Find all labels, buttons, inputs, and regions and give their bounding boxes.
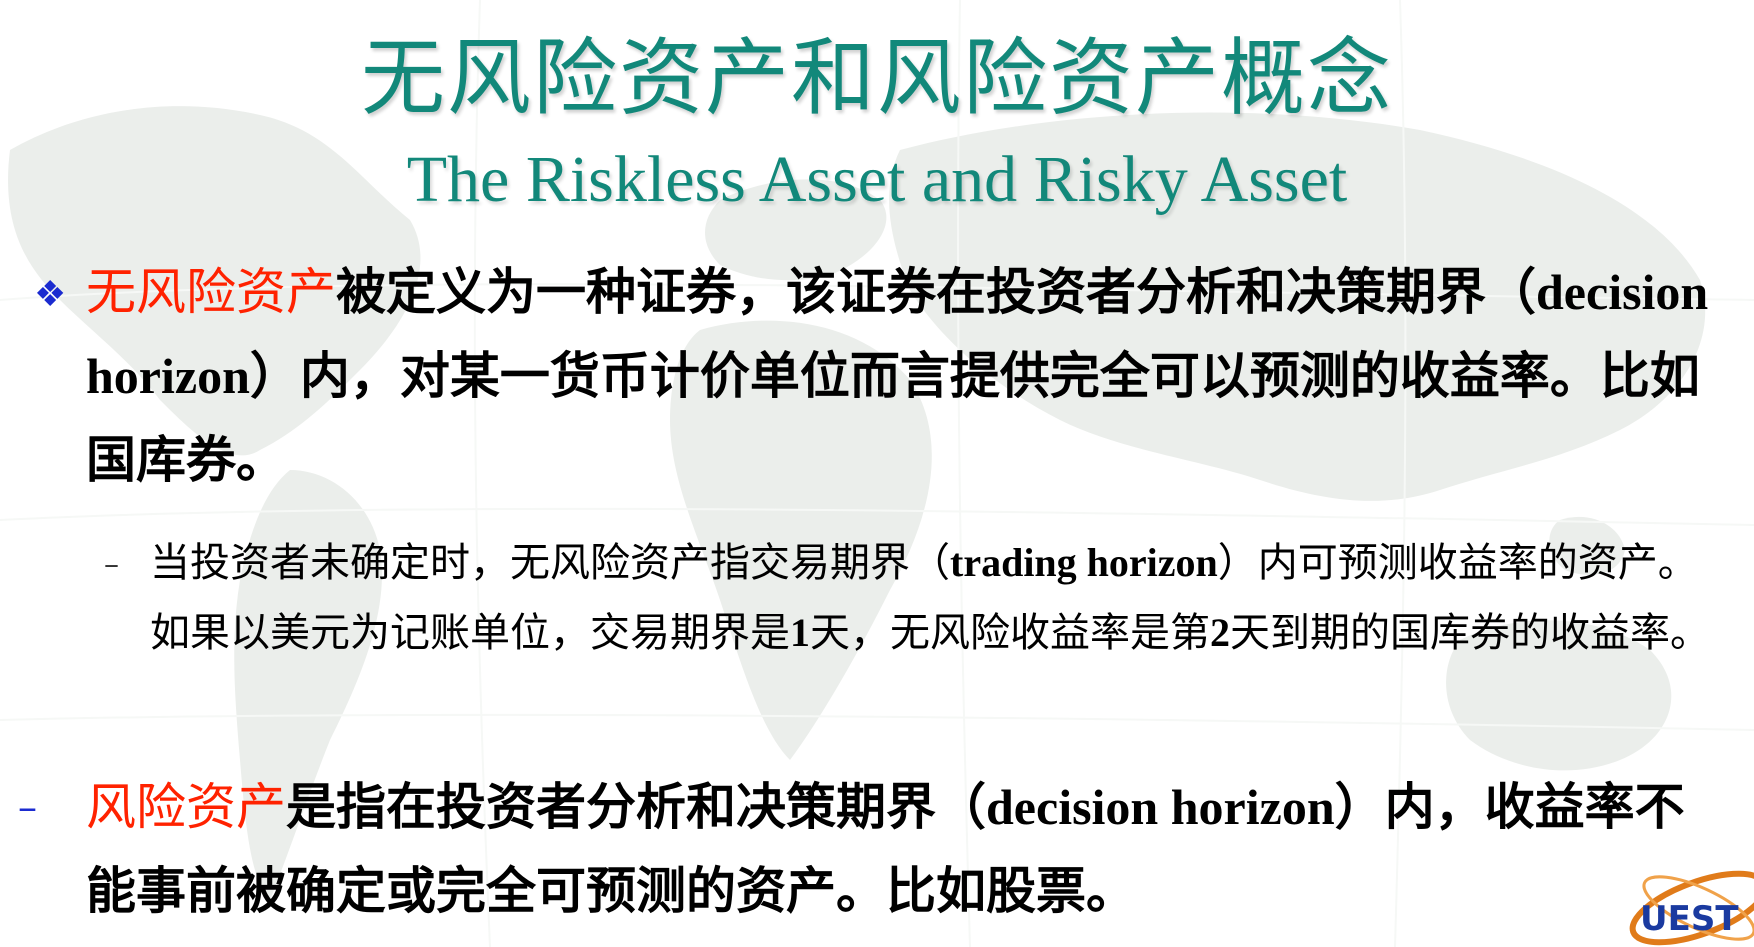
slide-body: ❖ 无风险资产被定义为一种证券，该证券在投资者分析和决策期界（decision … (0, 0, 1754, 947)
risky-asset-definition: 风险资产是指在投资者分析和决策期界（decision horizon）内，收益率… (86, 765, 1726, 933)
dash-bullet-icon: – (18, 785, 37, 829)
bullet1-text-b: ）内，对某一货币计价单位而言提供完全可以预测的收益率。比如国库券。 (86, 347, 1700, 489)
svg-text:UEST: UEST (1640, 899, 1739, 939)
sub-text-a: 当投资者未确定时，无风险资产指交易期界（ (150, 540, 950, 586)
riskless-asset-term: 无风险资产 (86, 263, 336, 321)
bullet1-text-a: 被定义为一种证券，该证券在投资者分析和决策期界（ (336, 263, 1536, 321)
diamond-bullet-icon: ❖ (34, 274, 67, 315)
sub-text-c: 天，无风险收益率是第 (810, 610, 1210, 656)
bullet2-english: decision horizon (986, 779, 1335, 835)
bullet2-text-a: 是指在投资者分析和决策期界（ (286, 778, 986, 836)
sub-num-1: 1 (790, 610, 810, 655)
sub-bullet-dash-icon: – (104, 547, 119, 582)
sub-english: trading horizon (950, 540, 1218, 585)
riskless-asset-definition: 无风险资产被定义为一种证券，该证券在投资者分析和决策期界（decision ho… (86, 250, 1726, 502)
risky-asset-term: 风险资产 (86, 778, 286, 836)
university-logo: UEST (1629, 870, 1754, 946)
sub-text-d: 天到期的国库券的收益率。 (1230, 610, 1710, 656)
sub-num-2: 2 (1210, 610, 1230, 655)
trading-horizon-note: 当投资者未确定时，无风险资产指交易期界（trading horizon）内可预测… (150, 528, 1720, 668)
